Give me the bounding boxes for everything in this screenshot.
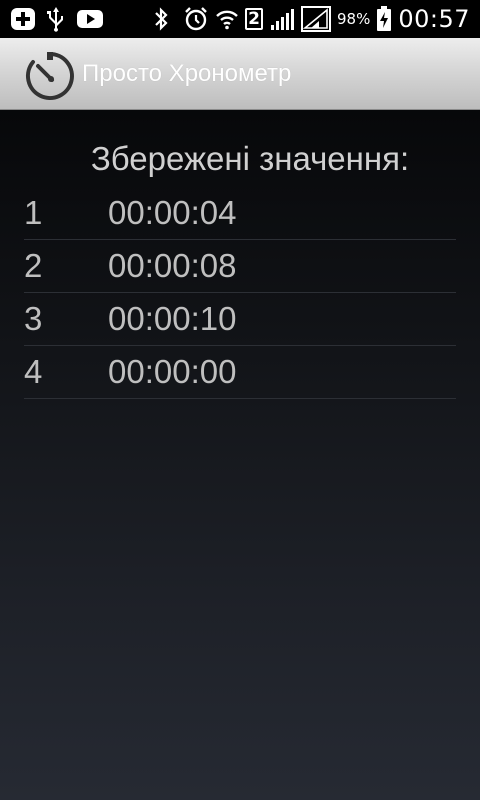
status-bar: 2 98% 00:57 — [0, 0, 480, 38]
list-item-index: 3 — [24, 300, 43, 337]
notification-icons — [10, 0, 104, 38]
battery-charging-icon — [376, 6, 392, 32]
stopwatch-icon[interactable] — [24, 50, 76, 102]
alarm-icon — [183, 6, 209, 32]
list-item[interactable]: 1 00:00:04 — [24, 187, 456, 240]
list-item-time: 00:00:10 — [108, 300, 237, 337]
saved-values-list: 1 00:00:04 2 00:00:08 3 00:00:10 4 00:00… — [24, 187, 456, 399]
signal-icon — [269, 6, 295, 32]
list-item-time: 00:00:08 — [108, 247, 237, 284]
youtube-icon — [76, 6, 104, 32]
list-item[interactable]: 2 00:00:08 — [24, 240, 456, 293]
list-item-index: 1 — [24, 194, 43, 231]
clock: 00:57 — [398, 5, 470, 33]
list-item-index: 4 — [24, 353, 43, 390]
screen: 2 98% 00:57 Просто Хронометр Збережені з… — [0, 0, 480, 800]
sim-2-icon: 2 — [244, 8, 263, 30]
list-item-index: 2 — [24, 247, 43, 284]
plus-box-icon — [10, 6, 36, 32]
signal-icon-2 — [300, 6, 331, 32]
system-icons: 2 98% 00:57 — [153, 0, 470, 38]
wifi-icon — [215, 6, 239, 32]
list-item[interactable]: 4 00:00:00 — [24, 346, 456, 399]
usb-icon — [46, 6, 66, 32]
list-item[interactable]: 3 00:00:10 — [24, 293, 456, 346]
bluetooth-icon — [153, 6, 169, 32]
action-bar: Просто Хронометр — [0, 38, 480, 110]
app-title: Просто Хронометр — [82, 60, 292, 87]
battery-percent: 98% — [336, 10, 371, 28]
list-item-time: 00:00:00 — [108, 353, 237, 390]
saved-values-heading: Збережені значення: — [90, 140, 410, 177]
saved-values-panel: Збережені значення: 1 00:00:04 2 00:00:0… — [0, 110, 480, 800]
list-item-time: 00:00:04 — [108, 194, 237, 231]
